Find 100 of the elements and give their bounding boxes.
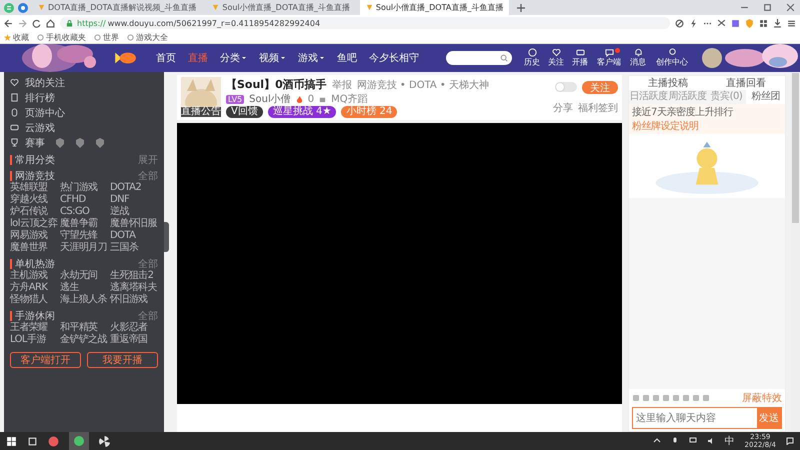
back-icon[interactable] (4, 18, 13, 28)
bookmark-item[interactable]: 游戏大全 (127, 32, 168, 42)
restore-icon[interactable] (763, 3, 772, 12)
bookmark-item[interactable]: 收藏 (4, 32, 29, 42)
category-link[interactable]: 重返帝国 (110, 334, 158, 346)
nav-link[interactable]: 鱼吧 (337, 51, 357, 65)
category-link[interactable]: 永劫无间 (60, 270, 108, 282)
report-link[interactable]: 举报 (332, 78, 352, 92)
panel-link[interactable]: 直播回看 (726, 76, 766, 90)
volume-icon[interactable] (706, 437, 715, 445)
compass-icon[interactable] (18, 2, 28, 12)
sidebar-item[interactable]: 我的关注 (10, 75, 158, 90)
sidebar-item[interactable]: 赛事 (10, 135, 158, 150)
header-action[interactable]: 关注 (546, 48, 566, 68)
category-link[interactable]: 方舟ARK (10, 282, 58, 294)
category-link[interactable]: 主机游戏 (10, 270, 58, 282)
caret-up-icon[interactable] (652, 437, 661, 445)
avatar-tag[interactable]: 直播 (181, 107, 201, 117)
share-link[interactable]: 分享 (553, 100, 573, 114)
nav-link[interactable]: 分类 (220, 51, 247, 65)
nav-link[interactable]: 直播 (188, 51, 208, 65)
category-link[interactable]: 王者荣耀 (10, 322, 58, 334)
nav-link[interactable]: 首页 (156, 51, 176, 65)
category-link[interactable]: 海上狼人杀 (60, 294, 108, 306)
nav-link[interactable]: 视频 (259, 51, 286, 65)
category-link[interactable]: 金铲铲之战 (60, 334, 108, 346)
more-link[interactable]: 全部 (138, 168, 158, 182)
nav-link[interactable]: 游戏 (298, 51, 325, 65)
sidebar-item[interactable]: 云游戏 (10, 120, 158, 135)
extension-icon[interactable] (731, 18, 740, 28)
sidebar-item[interactable]: 排行榜 (10, 90, 158, 105)
browser-logo-icon[interactable] (4, 2, 14, 12)
category-link[interactable]: DOTA2 (110, 182, 158, 194)
nav-link[interactable]: 今夕长相守 (369, 51, 419, 65)
forward-icon[interactable] (18, 18, 27, 28)
toggle-switch[interactable] (555, 82, 577, 92)
category-link[interactable]: 英雄联盟 (10, 182, 58, 194)
open-client-button[interactable]: 客户端打开 (10, 352, 81, 368)
avatar-tag[interactable]: 公告 (201, 107, 221, 117)
microphone-icon[interactable] (670, 437, 679, 445)
category-link[interactable]: 火影忍者 (110, 322, 158, 334)
close-icon[interactable] (786, 3, 795, 12)
category-link[interactable]: 逃生 (60, 282, 108, 294)
category-link[interactable]: 三国杀 (110, 242, 158, 254)
more-link[interactable]: 展开 (138, 152, 158, 166)
network-icon[interactable] (688, 437, 697, 445)
start-stream-button[interactable]: 我要开播 (87, 352, 158, 368)
stream-badge[interactable]: V回馈 (226, 106, 263, 118)
search-field[interactable] (446, 51, 512, 65)
category-link[interactable]: 穿越火线 (10, 194, 58, 206)
notification-icon[interactable] (786, 437, 794, 445)
download-icon[interactable] (773, 18, 782, 28)
category-link[interactable]: 网易游戏 (10, 230, 58, 242)
category-link[interactable]: DOTA (110, 230, 158, 242)
category-link[interactable]: 逃离塔科夫 (110, 282, 158, 294)
team-name[interactable]: MQ齐蹈 (331, 92, 368, 106)
category-link[interactable]: 魔兽怀旧服 (110, 218, 158, 230)
browser-tab[interactable]: DOTA直播_DOTA直播解说视频_斗鱼直播 (32, 0, 202, 15)
more-link[interactable]: 全部 (138, 256, 158, 270)
home-icon[interactable] (46, 18, 55, 28)
category-link[interactable]: DNF (110, 194, 158, 206)
new-tab-icon[interactable] (517, 4, 526, 12)
header-action[interactable]: 历史 (522, 48, 542, 68)
menu-icon[interactable] (787, 18, 796, 28)
category-link[interactable]: 魔兽争霸 (60, 218, 108, 230)
lightning-icon[interactable] (689, 18, 698, 28)
category-link[interactable]: 生死狙击2 (110, 270, 158, 282)
collapse-handle[interactable] (164, 222, 169, 252)
category-link[interactable]: 和平精英 (60, 322, 108, 334)
browser-tab[interactable]: Soul小僧直播_DOTA直播_斗鱼直播 (360, 0, 510, 15)
header-action[interactable]: 客户端 (594, 48, 624, 68)
category-link[interactable]: 怀旧游戏 (110, 294, 158, 306)
header-action[interactable]: 创作中心 (652, 48, 692, 68)
category-link[interactable]: 守望先锋 (60, 230, 108, 242)
block-icon[interactable] (675, 18, 684, 28)
header-action[interactable]: 开播 (570, 48, 590, 68)
category-link[interactable]: CS:GO (60, 206, 108, 218)
app-icon[interactable] (48, 436, 59, 446)
windows-icon[interactable] (6, 436, 17, 446)
task-view-icon[interactable] (27, 436, 38, 446)
category-link[interactable]: LOL手游 (10, 334, 58, 346)
category-link[interactable]: 魔兽世界 (10, 242, 58, 254)
category-link[interactable]: 热门游戏 (60, 182, 108, 194)
browser-app-icon[interactable] (69, 432, 89, 450)
category-link[interactable]: 天涯明月刀 (60, 242, 108, 254)
more-link[interactable]: 全部 (138, 308, 158, 322)
address-field[interactable]: https:// www.douyu.com/50621997_r=0.4118954282992404 (60, 17, 670, 29)
stream-badge[interactable]: 巡星挑战 4★ (268, 106, 336, 118)
category-link[interactable]: lol云顶之弈 (10, 218, 58, 230)
anchor-name[interactable]: Soul小僧 (249, 92, 291, 106)
category-link[interactable]: 炉石传说 (10, 206, 58, 218)
browser-tab[interactable]: Soul小僧直播_DOTA直播_斗鱼直播 (206, 0, 356, 15)
scissors-icon[interactable] (717, 18, 726, 28)
category-link[interactable]: CFHD (60, 194, 108, 206)
checkin-link[interactable]: 福利签到 (578, 100, 618, 114)
search-icon[interactable] (500, 54, 508, 62)
category-link[interactable]: 逆战 (110, 206, 158, 218)
scrollbar-thumb[interactable] (792, 73, 799, 223)
reload-icon[interactable] (32, 18, 41, 28)
panel-tab[interactable]: 粉丝团 (746, 90, 785, 104)
